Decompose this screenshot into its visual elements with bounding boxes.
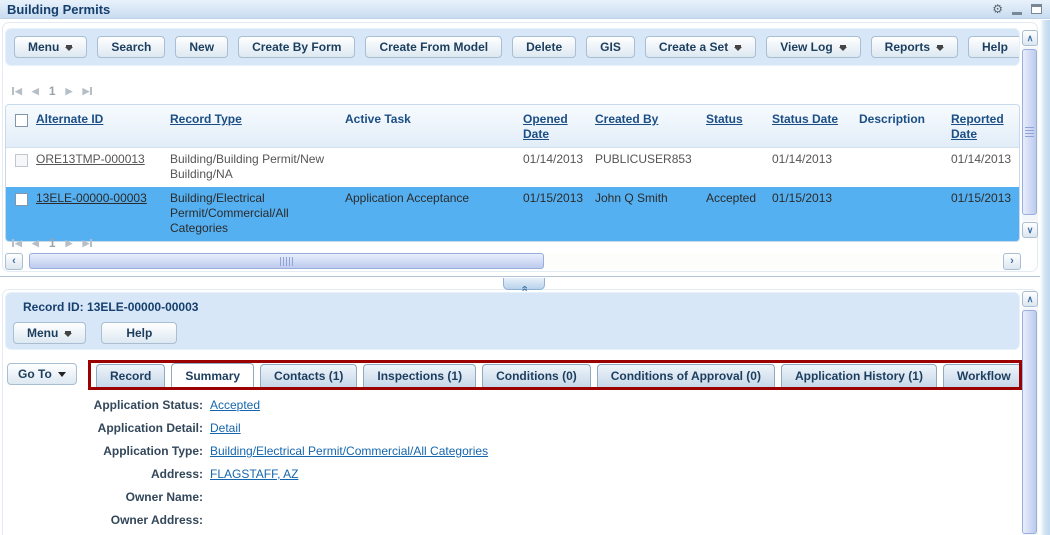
grip-icon <box>280 257 293 266</box>
tab-application-history[interactable]: Application History (1) <box>781 364 937 387</box>
page-number: 1 <box>49 236 56 250</box>
portlet-settings-icon[interactable]: ⚙ <box>992 2 1003 16</box>
table-row-selected[interactable]: 13ELE-00000-00003 Building/Electrical Pe… <box>6 187 1019 241</box>
window-edge <box>1040 20 1050 535</box>
toolbar: Menu Search New Create By Form Create Fr… <box>5 28 1020 66</box>
column-header-opened-date[interactable]: Opened Date <box>523 112 568 141</box>
grip-icon <box>1025 127 1034 137</box>
prev-page-icon[interactable]: ◀ <box>32 85 39 97</box>
horizontal-scroll-track[interactable] <box>25 253 1001 270</box>
reports-button[interactable]: Reports <box>871 36 958 58</box>
field-label: Application Type: <box>5 443 210 460</box>
new-button[interactable]: New <box>175 36 228 58</box>
scroll-up-icon[interactable]: ∧ <box>1022 291 1038 307</box>
detail-menu-button[interactable]: Menu <box>13 322 86 344</box>
scroll-down-icon[interactable]: ∨ <box>1022 222 1038 238</box>
dropdown-arrow-icon <box>65 47 73 51</box>
application-type-link[interactable]: Building/Electrical Permit/Commercial/Al… <box>210 443 488 460</box>
tab-workflow[interactable]: Workflow <box>943 364 1022 387</box>
tab-conditions[interactable]: Conditions (0) <box>482 364 591 387</box>
field-label: Application Detail: <box>5 420 210 437</box>
scroll-right-icon[interactable]: › <box>1003 253 1021 270</box>
records-table: Alternate ID Record Type Active Task Ope… <box>5 104 1020 242</box>
column-header-description: Description <box>859 112 925 126</box>
detail-help-button[interactable]: Help <box>101 322 177 344</box>
field-label: Application Status: <box>5 397 210 414</box>
address-link[interactable]: FLAGSTAFF, AZ <box>210 466 298 483</box>
page-title: Building Permits <box>7 2 110 17</box>
tab-contacts[interactable]: Contacts (1) <box>260 364 357 387</box>
first-page-icon[interactable]: ◀ <box>12 85 22 97</box>
table-row[interactable]: ORE13TMP-000013 Building/Building Permit… <box>6 148 1019 187</box>
tab-summary[interactable]: Summary <box>171 363 254 387</box>
select-all-checkbox[interactable] <box>15 114 28 127</box>
maximize-icon[interactable] <box>1031 4 1042 14</box>
prev-page-icon[interactable]: ◀ <box>32 237 39 249</box>
delete-button[interactable]: Delete <box>512 36 576 58</box>
list-vertical-scrollbar[interactable]: ∧ ∨ <box>1022 30 1038 238</box>
view-log-button[interactable]: View Log <box>766 36 860 58</box>
next-page-icon[interactable]: ▶ <box>66 237 73 249</box>
first-page-icon[interactable]: ◀ <box>12 237 22 249</box>
column-header-created-by[interactable]: Created By <box>595 112 658 126</box>
minimize-icon[interactable] <box>1012 12 1022 15</box>
row-checkbox[interactable] <box>15 154 28 167</box>
table-header-row: Alternate ID Record Type Active Task Ope… <box>6 105 1019 148</box>
page-number: 1 <box>49 84 56 98</box>
tab-conditions-of-approval[interactable]: Conditions of Approval (0) <box>597 364 775 387</box>
horizontal-scroll-thumb[interactable] <box>29 253 544 269</box>
search-button[interactable]: Search <box>97 36 165 58</box>
field-label: Owner Name: <box>5 489 210 506</box>
help-button[interactable]: Help <box>968 36 1020 58</box>
create-from-model-button[interactable]: Create From Model <box>365 36 502 58</box>
scroll-left-icon[interactable]: ‹ <box>5 253 23 270</box>
vertical-scroll-thumb[interactable] <box>1022 310 1037 534</box>
column-header-alternate-id[interactable]: Alternate ID <box>36 112 103 126</box>
create-a-set-button[interactable]: Create a Set <box>645 36 756 58</box>
record-id-link[interactable]: ORE13TMP-000013 <box>36 152 145 166</box>
column-header-status-date[interactable]: Status Date <box>772 112 838 126</box>
next-page-icon[interactable]: ▶ <box>66 85 73 97</box>
gis-button[interactable]: GIS <box>586 36 635 58</box>
field-label: Owner Address: <box>5 512 210 529</box>
dropdown-arrow-icon <box>734 47 742 51</box>
scroll-up-icon[interactable]: ∧ <box>1022 30 1038 46</box>
vertical-scroll-thumb[interactable] <box>1022 49 1037 215</box>
vertical-scroll-track[interactable] <box>1022 308 1038 535</box>
chevron-double-up-icon: « <box>520 285 529 291</box>
record-id-link[interactable]: 13ELE-00000-00003 <box>36 191 147 205</box>
summary-fields: Application Status: Accepted Application… <box>5 397 1015 535</box>
row-checkbox[interactable] <box>15 193 28 206</box>
collapse-panel-button[interactable]: « <box>503 278 545 290</box>
menu-button[interactable]: Menu <box>14 36 87 58</box>
horizontal-scrollbar[interactable]: ‹ › <box>5 253 1021 270</box>
last-page-icon[interactable]: ▶ <box>82 85 92 97</box>
dropdown-arrow-icon <box>64 333 72 337</box>
column-header-active-task: Active Task <box>345 112 411 126</box>
dropdown-arrow-icon <box>58 372 66 377</box>
window-controls: ⚙ <box>992 1 1042 17</box>
record-header-panel: Record ID: 13ELE-00000-00003 Menu Help <box>5 292 1020 350</box>
tab-strip-highlighted: Record Summary Contacts (1) Inspections … <box>88 360 1022 390</box>
record-id-heading: Record ID: 13ELE-00000-00003 <box>23 300 198 314</box>
list-pager-top: ◀ ◀ 1 ▶ ▶ <box>12 84 92 98</box>
column-header-status[interactable]: Status <box>706 112 743 126</box>
vertical-scroll-track[interactable] <box>1022 47 1038 221</box>
tab-record[interactable]: Record <box>96 364 165 387</box>
column-header-record-type[interactable]: Record Type <box>170 112 242 126</box>
list-pager-bottom: ◀ ◀ 1 ▶ ▶ <box>12 236 92 250</box>
application-status-link[interactable]: Accepted <box>210 397 260 414</box>
field-label: Address: <box>5 466 210 483</box>
last-page-icon[interactable]: ▶ <box>82 237 92 249</box>
column-header-reported-date[interactable]: Reported Date <box>951 112 1004 141</box>
go-to-button[interactable]: Go To <box>7 363 77 385</box>
dropdown-arrow-icon <box>936 47 944 51</box>
tab-inspections[interactable]: Inspections (1) <box>363 364 476 387</box>
detail-vertical-scrollbar[interactable]: ∧ <box>1022 291 1038 535</box>
application-detail-link[interactable]: Detail <box>210 420 241 437</box>
window-titlebar: Building Permits ⚙ <box>0 0 1050 19</box>
dropdown-arrow-icon <box>839 47 847 51</box>
create-by-form-button[interactable]: Create By Form <box>238 36 355 58</box>
